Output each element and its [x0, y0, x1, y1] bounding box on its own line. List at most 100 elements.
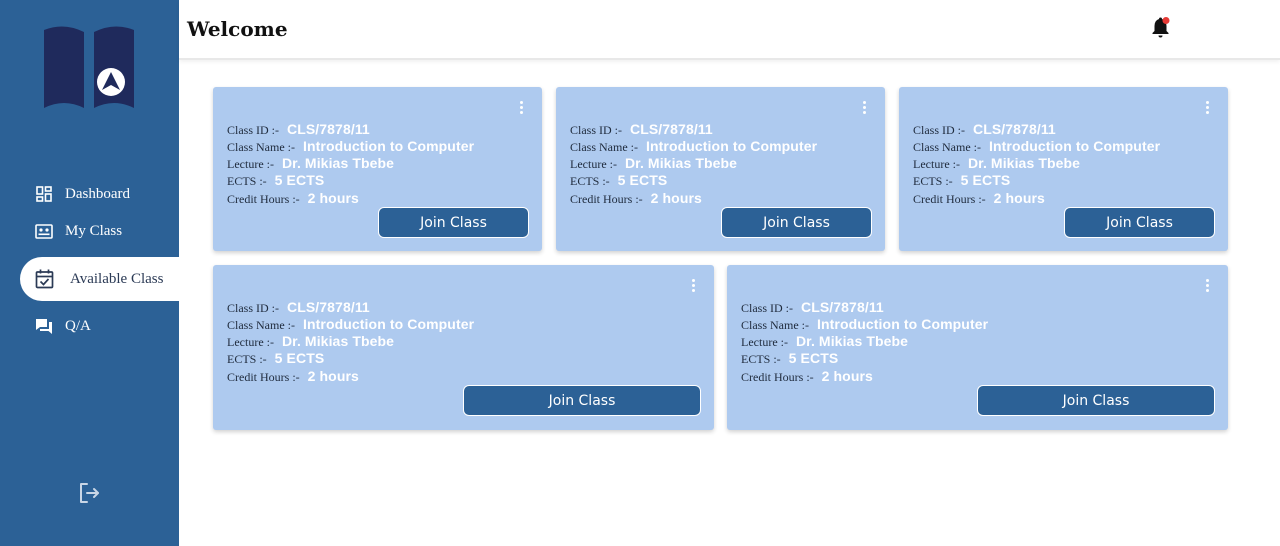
- credit-hours-value: 2 hours: [993, 190, 1045, 206]
- class-id-value: CLS/7878/11: [630, 121, 713, 137]
- credit-hours-label: Credit Hours :-: [913, 192, 986, 206]
- class-id-row: Class ID :- CLS/7878/11: [913, 121, 1056, 138]
- join-class-button[interactable]: Join Class: [721, 207, 872, 238]
- lecture-label: Lecture :-: [913, 157, 960, 171]
- class-id-label: Class ID :-: [227, 301, 279, 315]
- lecture-value: Dr. Mikias Tbebe: [967, 155, 1081, 171]
- ects-value: 5 ECTS: [274, 172, 325, 188]
- class-name-value: Introduction to Computer: [817, 316, 989, 332]
- forum-icon: [34, 316, 54, 336]
- more-vert-icon[interactable]: [1203, 101, 1211, 117]
- join-class-button[interactable]: Join Class: [1064, 207, 1215, 238]
- ects-row: ECTS :- 5 ECTS: [570, 172, 667, 189]
- class-id-value: CLS/7878/11: [801, 299, 884, 315]
- credit-hours-row: Credit Hours :- 2 hours: [227, 190, 359, 207]
- class-card: Class ID :- CLS/7878/11 Class Name :- Intr…: [213, 87, 542, 251]
- credit-hours-label: Credit Hours :-: [227, 370, 300, 384]
- class-name-label: Class Name :-: [913, 140, 981, 154]
- ects-label: ECTS :-: [741, 352, 781, 366]
- class-name-value: Introduction to Computer: [303, 316, 475, 332]
- lecture-value: Dr. Mikias Tbebe: [795, 333, 909, 349]
- calendar-check-icon: [34, 269, 54, 289]
- credit-hours-label: Credit Hours :-: [570, 192, 643, 206]
- lecture-label: Lecture :-: [570, 157, 617, 171]
- lecture-row: Lecture :- Dr. Mikias Tbebe: [913, 155, 1080, 172]
- credit-hours-value: 2 hours: [650, 190, 702, 206]
- sidebar-item-label: Q/A: [65, 317, 91, 334]
- join-class-button[interactable]: Join Class: [463, 385, 701, 416]
- class-card: Class ID :- CLS/7878/11 Class Name :- Intr…: [899, 87, 1228, 251]
- sidebar: Dashboard My Class Available Class Q/A: [0, 0, 179, 546]
- top-header: Welcome: [179, 0, 1280, 60]
- ects-row: ECTS :- 5 ECTS: [227, 172, 324, 189]
- ects-value: 5 ECTS: [617, 172, 668, 188]
- ects-value: 5 ECTS: [788, 350, 839, 366]
- lecture-value: Dr. Mikias Tbebe: [624, 155, 738, 171]
- lecture-row: Lecture :- Dr. Mikias Tbebe: [227, 155, 394, 172]
- credit-hours-row: Credit Hours :- 2 hours: [913, 190, 1045, 207]
- credit-hours-value: 2 hours: [821, 368, 873, 384]
- lecture-label: Lecture :-: [227, 335, 274, 349]
- lecture-row: Lecture :- Dr. Mikias Tbebe: [227, 333, 394, 350]
- class-id-label: Class ID :-: [741, 301, 793, 315]
- lecture-row: Lecture :- Dr. Mikias Tbebe: [741, 333, 908, 350]
- ects-label: ECTS :-: [570, 174, 610, 188]
- more-vert-icon[interactable]: [517, 101, 525, 117]
- more-vert-icon[interactable]: [1203, 279, 1211, 295]
- ects-label: ECTS :-: [227, 174, 267, 188]
- credit-hours-row: Credit Hours :- 2 hours: [570, 190, 702, 207]
- sidebar-item-my-class[interactable]: My Class: [0, 211, 179, 251]
- ects-row: ECTS :- 5 ECTS: [227, 350, 324, 367]
- class-name-label: Class Name :-: [741, 318, 809, 332]
- class-name-value: Introduction to Computer: [646, 138, 818, 154]
- ects-row: ECTS :- 5 ECTS: [913, 172, 1010, 189]
- class-name-value: Introduction to Computer: [989, 138, 1161, 154]
- class-id-row: Class ID :- CLS/7878/11: [227, 299, 370, 316]
- class-icon: [34, 221, 54, 241]
- page-title: Welcome: [187, 17, 288, 41]
- lecture-row: Lecture :- Dr. Mikias Tbebe: [570, 155, 737, 172]
- credit-hours-label: Credit Hours :-: [741, 370, 814, 384]
- class-id-value: CLS/7878/11: [287, 121, 370, 137]
- credit-hours-label: Credit Hours :-: [227, 192, 300, 206]
- sidebar-item-dashboard[interactable]: Dashboard: [0, 174, 179, 214]
- class-name-value: Introduction to Computer: [303, 138, 475, 154]
- more-vert-icon[interactable]: [689, 279, 697, 295]
- class-id-value: CLS/7878/11: [287, 299, 370, 315]
- class-id-row: Class ID :- CLS/7878/11: [227, 121, 370, 138]
- notification-bell-icon[interactable]: [1151, 17, 1171, 39]
- credit-hours-row: Credit Hours :- 2 hours: [741, 368, 873, 385]
- class-id-label: Class ID :-: [227, 123, 279, 137]
- ects-value: 5 ECTS: [960, 172, 1011, 188]
- class-id-label: Class ID :-: [913, 123, 965, 137]
- dashboard-icon: [34, 184, 54, 204]
- class-id-row: Class ID :- CLS/7878/11: [741, 299, 884, 316]
- class-card: Class ID :- CLS/7878/11 Class Name :- Intr…: [213, 265, 714, 430]
- lecture-value: Dr. Mikias Tbebe: [281, 333, 395, 349]
- ects-label: ECTS :-: [913, 174, 953, 188]
- logout-icon[interactable]: [77, 481, 101, 505]
- class-id-row: Class ID :- CLS/7878/11: [570, 121, 713, 138]
- sidebar-item-label: My Class: [65, 222, 123, 239]
- ects-value: 5 ECTS: [274, 350, 325, 366]
- class-name-label: Class Name :-: [570, 140, 638, 154]
- class-name-row: Class Name :- Introduction to Computer: [570, 138, 817, 155]
- join-class-button[interactable]: Join Class: [378, 207, 529, 238]
- sidebar-item-qa[interactable]: Q/A: [0, 306, 179, 346]
- join-class-button[interactable]: Join Class: [977, 385, 1215, 416]
- class-name-row: Class Name :- Introduction to Computer: [227, 138, 474, 155]
- class-card: Class ID :- CLS/7878/11 Class Name :- Intr…: [727, 265, 1228, 430]
- ects-label: ECTS :-: [227, 352, 267, 366]
- class-name-label: Class Name :-: [227, 318, 295, 332]
- sidebar-item-label: Dashboard: [65, 185, 130, 202]
- lecture-label: Lecture :-: [227, 157, 274, 171]
- ects-row: ECTS :- 5 ECTS: [741, 350, 838, 367]
- lecture-label: Lecture :-: [741, 335, 788, 349]
- credit-hours-value: 2 hours: [307, 368, 359, 384]
- credit-hours-value: 2 hours: [307, 190, 359, 206]
- credit-hours-row: Credit Hours :- 2 hours: [227, 368, 359, 385]
- sidebar-item-available-class[interactable]: Available Class: [20, 257, 179, 301]
- lecture-value: Dr. Mikias Tbebe: [281, 155, 395, 171]
- more-vert-icon[interactable]: [860, 101, 868, 117]
- class-card: Class ID :- CLS/7878/11 Class Name :- Intr…: [556, 87, 885, 251]
